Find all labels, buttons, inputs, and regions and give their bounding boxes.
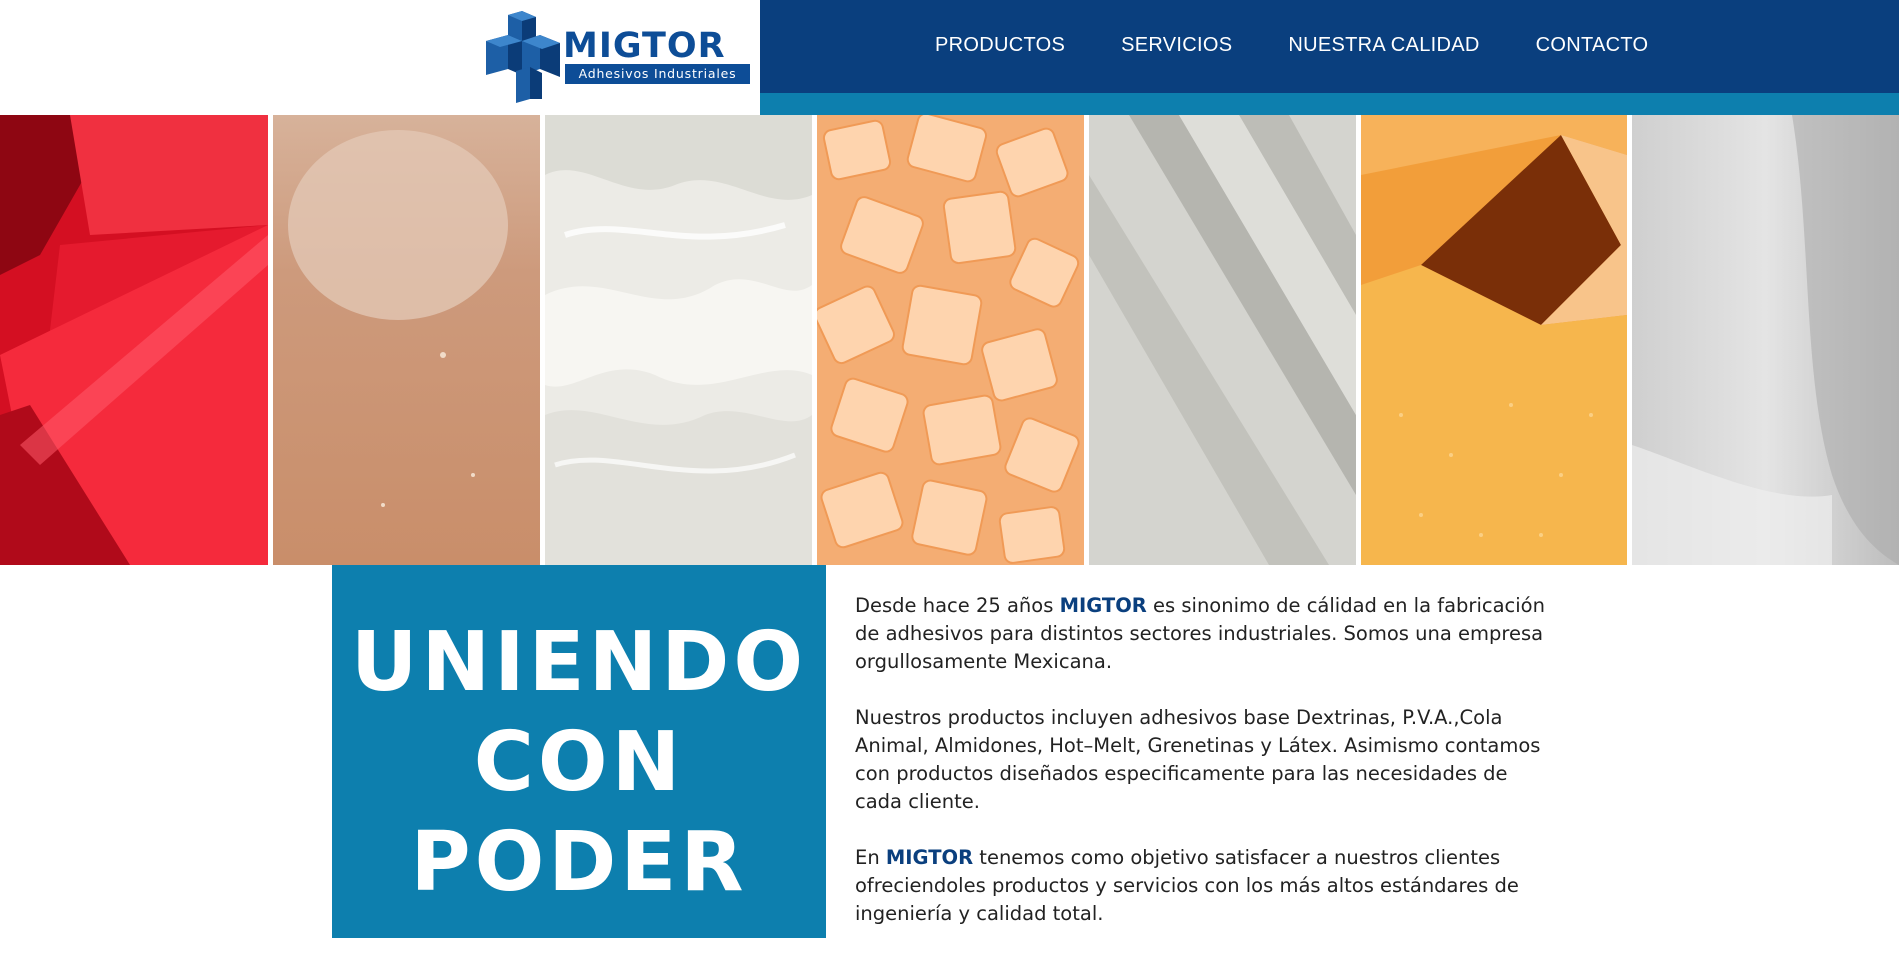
logo-wordmark: MIGTOR bbox=[563, 26, 726, 66]
intro-paragraph-2: Nuestros productos incluyen adhesivos ba… bbox=[855, 706, 1541, 813]
nav-item-contacto[interactable]: CONTACTO bbox=[1536, 34, 1649, 57]
grey-adhesive-panel bbox=[1089, 115, 1356, 565]
nav-item-productos[interactable]: PRODUCTOS bbox=[935, 34, 1065, 57]
light-grey-adhesive-panel bbox=[1632, 115, 1899, 565]
logo-tagline: Adhesivos Industriales bbox=[565, 64, 750, 84]
nav-item-nuestra-calidad[interactable]: NUESTRA CALIDAD bbox=[1288, 34, 1479, 57]
brand-name: MIGTOR bbox=[1059, 594, 1147, 617]
brand-name: MIGTOR bbox=[885, 846, 974, 869]
intro-paragraph-3: En MIGTOR tenemos como objetivo satisfac… bbox=[855, 844, 1545, 928]
intro-paragraph-1: Desde hace 25 años MIGTOR es sinonimo de… bbox=[855, 592, 1545, 676]
nav-accent-strip bbox=[760, 93, 1899, 115]
slogan-line-1: UNIENDO bbox=[350, 615, 808, 710]
logo-cube-icon bbox=[486, 11, 560, 103]
nav-item-servicios[interactable]: SERVICIOS bbox=[1121, 34, 1232, 57]
header-logo-area: MIGTOR Adhesivos Industriales bbox=[0, 0, 760, 115]
intro-p3-text-start: En bbox=[855, 846, 886, 869]
hero-image-strip bbox=[0, 115, 1899, 565]
white-adhesive-panel bbox=[545, 115, 812, 565]
orange-adhesive-panel bbox=[1361, 115, 1627, 565]
migtor-logo[interactable]: MIGTOR Adhesivos Industriales bbox=[486, 11, 750, 103]
slogan-line-3: PODER bbox=[410, 815, 748, 910]
red-adhesive-panel bbox=[0, 115, 268, 565]
amber-pellets-panel bbox=[817, 115, 1084, 565]
intro-p1-text-start: Desde hace 25 años bbox=[855, 594, 1060, 617]
tan-adhesive-panel bbox=[273, 115, 540, 565]
slogan-box: UNIENDO CON PODER bbox=[332, 565, 826, 938]
slogan-line-2: CON bbox=[473, 715, 685, 810]
intro-text: Desde hace 25 años MIGTOR es sinonimo de… bbox=[855, 592, 1545, 956]
main-navigation: PRODUCTOS SERVICIOS NUESTRA CALIDAD CONT… bbox=[935, 34, 1704, 57]
